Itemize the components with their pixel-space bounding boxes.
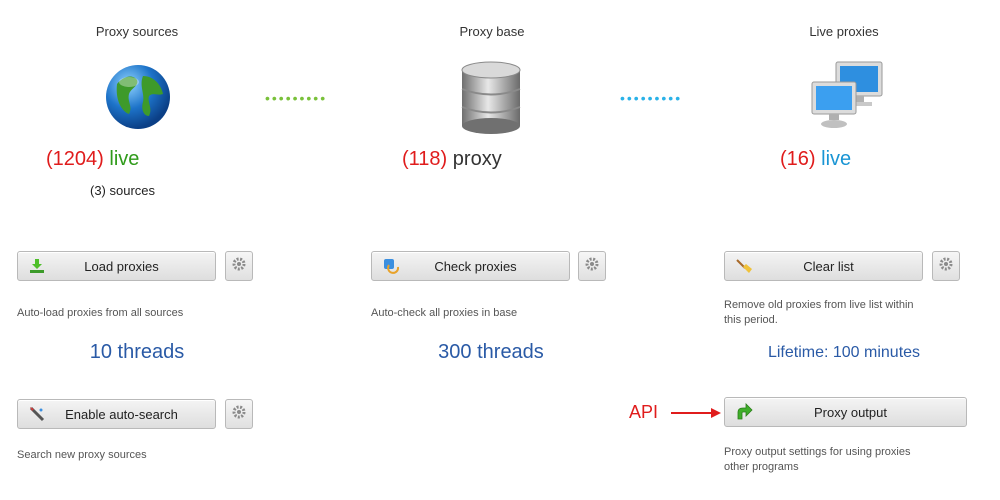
subcount-word: sources [109,183,156,198]
gear-icon [938,256,954,277]
live-count: (16) live [780,148,851,171]
connector-sources-base: ••••••••• [265,90,328,106]
clear-list-settings-button[interactable] [932,251,960,281]
clear-list-label: Clear list [803,258,854,274]
clear-list-button[interactable]: Clear list [724,251,923,281]
live-proxies-title: Live proxies [809,24,879,39]
base-count-word: proxy [452,148,502,170]
proxy-output-label: Proxy output [814,404,887,420]
sources-subcount: (3) sources [90,183,155,198]
load-proxies-settings-button[interactable] [225,251,253,281]
load-proxies-label: Load proxies [84,258,159,274]
sources-count-word: live [109,148,140,170]
live-count-number: (16) [780,148,816,170]
proxy-output-description: Proxy output settings for using proxies … [724,445,910,475]
gear-icon [231,256,247,277]
proxy-output-description-line2: other programs [724,461,799,473]
download-arrow-icon [22,258,52,274]
proxy-output-button[interactable]: Proxy output [724,397,967,427]
auto-search-description: Search new proxy sources [17,449,147,461]
proxy-base-title: Proxy base [459,24,525,39]
sources-count-number: (1204) [46,148,104,170]
lifetime-setting[interactable]: Lifetime: 100 minutes [724,344,964,362]
api-arrow-icon [671,406,721,425]
computers-icon [806,60,886,140]
enable-auto-search-label: Enable auto-search [65,406,178,422]
sources-live-count: (1204) live [46,148,139,171]
check-proxies-label: Check proxies [434,258,517,274]
clear-list-description-line2: this period. [724,314,778,326]
gear-icon [584,256,600,277]
check-refresh-icon [376,258,406,274]
gear-icon [231,404,247,425]
proxy-sources-title: Proxy sources [95,24,179,39]
check-threads-setting[interactable]: 300 threads [371,341,611,364]
auto-search-settings-button[interactable] [225,399,253,429]
green-arrow-icon [729,403,759,421]
proxy-output-description-line1: Proxy output settings for using proxies [724,446,911,458]
load-proxies-button[interactable]: Load proxies [17,251,216,281]
base-proxy-count: (118) proxy [402,148,502,171]
connector-base-live: ••••••••• [620,90,683,106]
enable-auto-search-button[interactable]: Enable auto-search [17,399,216,429]
clear-list-description: Remove old proxies from live list within… [724,298,914,328]
check-proxies-settings-button[interactable] [578,251,606,281]
load-threads-setting[interactable]: 10 threads [17,341,257,364]
live-count-word: live [821,148,852,170]
check-proxies-button[interactable]: Check proxies [371,251,570,281]
database-icon [458,60,524,141]
api-label: API [629,402,659,422]
check-proxies-description: Auto-check all proxies in base [371,307,518,319]
globe-icon [103,62,173,137]
load-proxies-description: Auto-load proxies from all sources [17,307,184,319]
broom-icon [729,257,759,275]
subcount-number: (3) [90,183,106,198]
search-wand-icon [22,405,52,423]
clear-list-description-line1: Remove old proxies from live list within [724,299,914,311]
base-count-number: (118) [402,148,448,170]
